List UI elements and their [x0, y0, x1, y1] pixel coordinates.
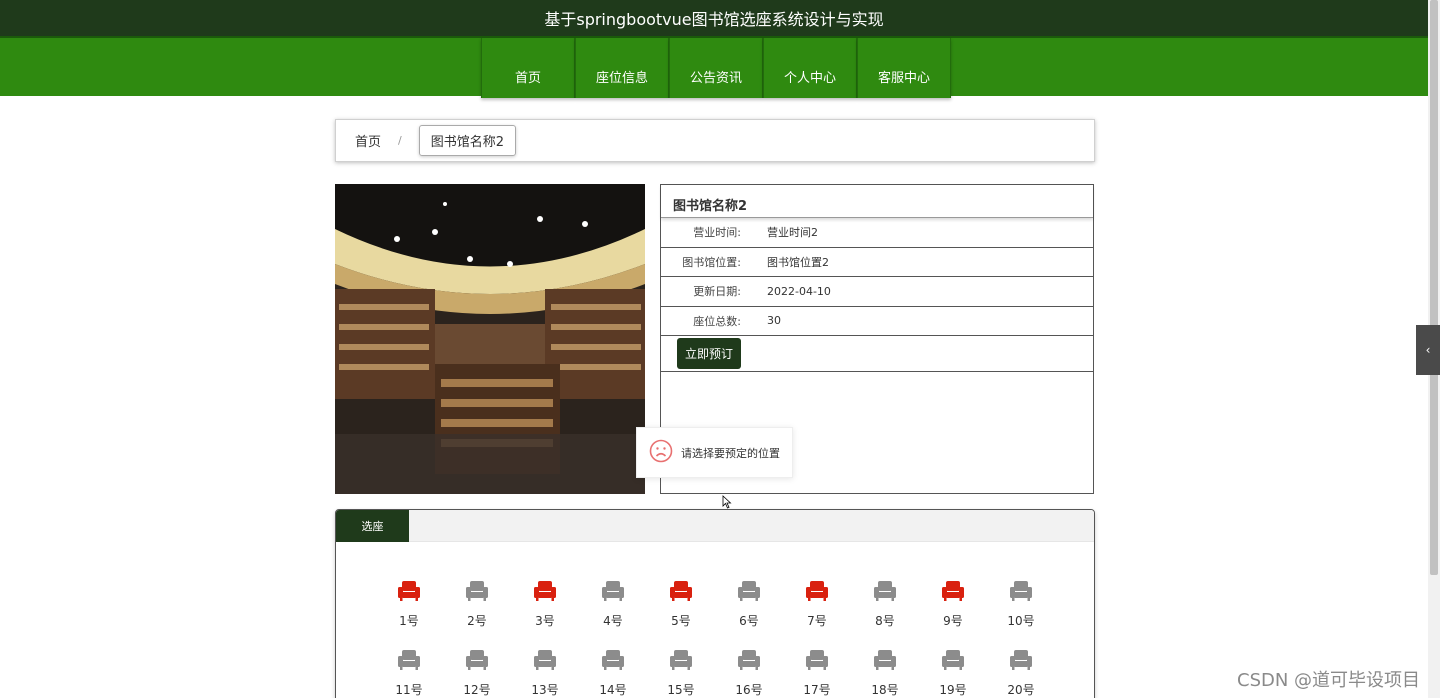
- armchair-icon: [397, 580, 421, 606]
- seat-item[interactable]: 3号: [511, 580, 579, 629]
- book-now-button[interactable]: 立即预订: [677, 338, 742, 369]
- armchair-icon: [737, 580, 761, 606]
- seat-item[interactable]: 20号: [987, 649, 1055, 698]
- armchair-icon: [737, 649, 761, 675]
- seat-label: 15号: [667, 683, 695, 697]
- seat-item[interactable]: 2号: [443, 580, 511, 629]
- armchair-icon: [601, 580, 625, 606]
- nav-item[interactable]: 客服中心: [857, 38, 951, 98]
- info-key: 图书馆位置:: [682, 255, 741, 269]
- info-key: 座位总数:: [693, 314, 741, 328]
- armchair-icon: [941, 580, 965, 606]
- seat-label: 3号: [535, 614, 555, 628]
- info-row: 更新日期: 2022-04-10: [661, 277, 1093, 307]
- seat-label: 17号: [803, 683, 831, 697]
- chevron-left-icon: ‹: [1425, 343, 1431, 357]
- seat-label: 2号: [467, 614, 487, 628]
- info-key: 更新日期:: [693, 285, 741, 299]
- sad-face-icon: [649, 439, 673, 466]
- info-row: 座位总数: 30: [661, 307, 1093, 336]
- seat-selection-panel: 选座 1号 2号 3号 4号 5号 6号 7号 8号 9号 10号 11号 12号 13号 14号 15号 1…: [335, 509, 1095, 698]
- seat-item[interactable]: 18号: [851, 649, 919, 698]
- info-value: 2022-04-10: [767, 284, 831, 298]
- armchair-icon: [1009, 580, 1033, 606]
- seat-item[interactable]: 5号: [647, 580, 715, 629]
- breadcrumb-current[interactable]: 图书馆名称2: [418, 125, 517, 156]
- seat-label: 14号: [599, 683, 627, 697]
- nav-item[interactable]: 个人中心: [763, 38, 857, 98]
- seat-item[interactable]: 1号: [375, 580, 443, 629]
- armchair-icon: [873, 649, 897, 675]
- armchair-icon: [805, 580, 829, 606]
- seat-item[interactable]: 16号: [715, 649, 783, 698]
- info-row: 图书馆位置: 图书馆位置2: [661, 248, 1093, 277]
- seat-item[interactable]: 19号: [919, 649, 987, 698]
- armchair-icon: [465, 580, 489, 606]
- seat-item[interactable]: 13号: [511, 649, 579, 698]
- watermark: CSDN @道可毕设项目: [1237, 670, 1421, 691]
- side-toggle-button[interactable]: ‹: [1416, 325, 1440, 375]
- seat-item[interactable]: 15号: [647, 649, 715, 698]
- nav-item[interactable]: 首页: [481, 38, 575, 98]
- site-header: 基于springbootvue图书馆选座系统设计与实现: [0, 0, 1428, 36]
- seat-item[interactable]: 12号: [443, 649, 511, 698]
- info-value: 营业时间2: [767, 226, 818, 240]
- nav-item[interactable]: 公告资讯: [669, 38, 763, 98]
- breadcrumb-separator: /: [398, 134, 402, 147]
- seat-label: 13号: [531, 683, 559, 697]
- armchair-icon: [669, 649, 693, 675]
- breadcrumb: 首页 / 图书馆名称2: [335, 119, 1095, 162]
- seat-item[interactable]: 10号: [987, 580, 1055, 629]
- nav-item[interactable]: 座位信息: [575, 38, 669, 98]
- main-nav: 首页 座位信息 公告资讯 个人中心 客服中心: [0, 36, 1428, 98]
- armchair-icon: [533, 649, 557, 675]
- library-name: 图书馆名称2: [661, 185, 1093, 218]
- armchair-icon: [873, 580, 897, 606]
- seat-label: 7号: [807, 614, 827, 628]
- site-title: 基于springbootvue图书馆选座系统设计与实现: [544, 10, 884, 29]
- library-photo: [335, 184, 645, 494]
- breadcrumb-home[interactable]: 首页: [355, 131, 381, 150]
- seat-item[interactable]: 8号: [851, 580, 919, 629]
- armchair-icon: [805, 649, 829, 675]
- seat-label: 9号: [943, 614, 963, 628]
- armchair-icon: [601, 649, 625, 675]
- seat-item[interactable]: 11号: [375, 649, 443, 698]
- toast-text: 请选择要预定的位置: [681, 446, 780, 460]
- seat-item[interactable]: 14号: [579, 649, 647, 698]
- seat-label: 8号: [875, 614, 895, 628]
- armchair-icon: [533, 580, 557, 606]
- info-row: 营业时间: 营业时间2: [661, 218, 1093, 248]
- armchair-icon: [465, 649, 489, 675]
- seat-item[interactable]: 9号: [919, 580, 987, 629]
- seat-label: 1号: [399, 614, 419, 628]
- seat-label: 10号: [1007, 614, 1035, 628]
- seat-label: 5号: [671, 614, 691, 628]
- seat-label: 4号: [603, 614, 623, 628]
- info-key: 营业时间:: [693, 226, 741, 240]
- info-value: 图书馆位置2: [767, 255, 829, 269]
- seat-label: 6号: [739, 614, 759, 628]
- info-value: 30: [767, 314, 781, 328]
- seat-item[interactable]: 4号: [579, 580, 647, 629]
- seat-item[interactable]: 7号: [783, 580, 851, 629]
- seat-label: 19号: [939, 683, 967, 697]
- armchair-icon: [1009, 649, 1033, 675]
- seat-item[interactable]: 17号: [783, 649, 851, 698]
- seat-item[interactable]: 6号: [715, 580, 783, 629]
- seat-label: 20号: [1007, 683, 1035, 697]
- tab-select-seat[interactable]: 选座: [336, 510, 409, 542]
- toast-message: 请选择要预定的位置: [636, 427, 793, 478]
- seat-label: 18号: [871, 683, 899, 697]
- armchair-icon: [397, 649, 421, 675]
- scrollbar-thumb[interactable]: [1430, 0, 1438, 575]
- armchair-icon: [941, 649, 965, 675]
- seat-label: 11号: [395, 683, 423, 697]
- armchair-icon: [669, 580, 693, 606]
- seat-label: 12号: [463, 683, 491, 697]
- seat-label: 16号: [735, 683, 763, 697]
